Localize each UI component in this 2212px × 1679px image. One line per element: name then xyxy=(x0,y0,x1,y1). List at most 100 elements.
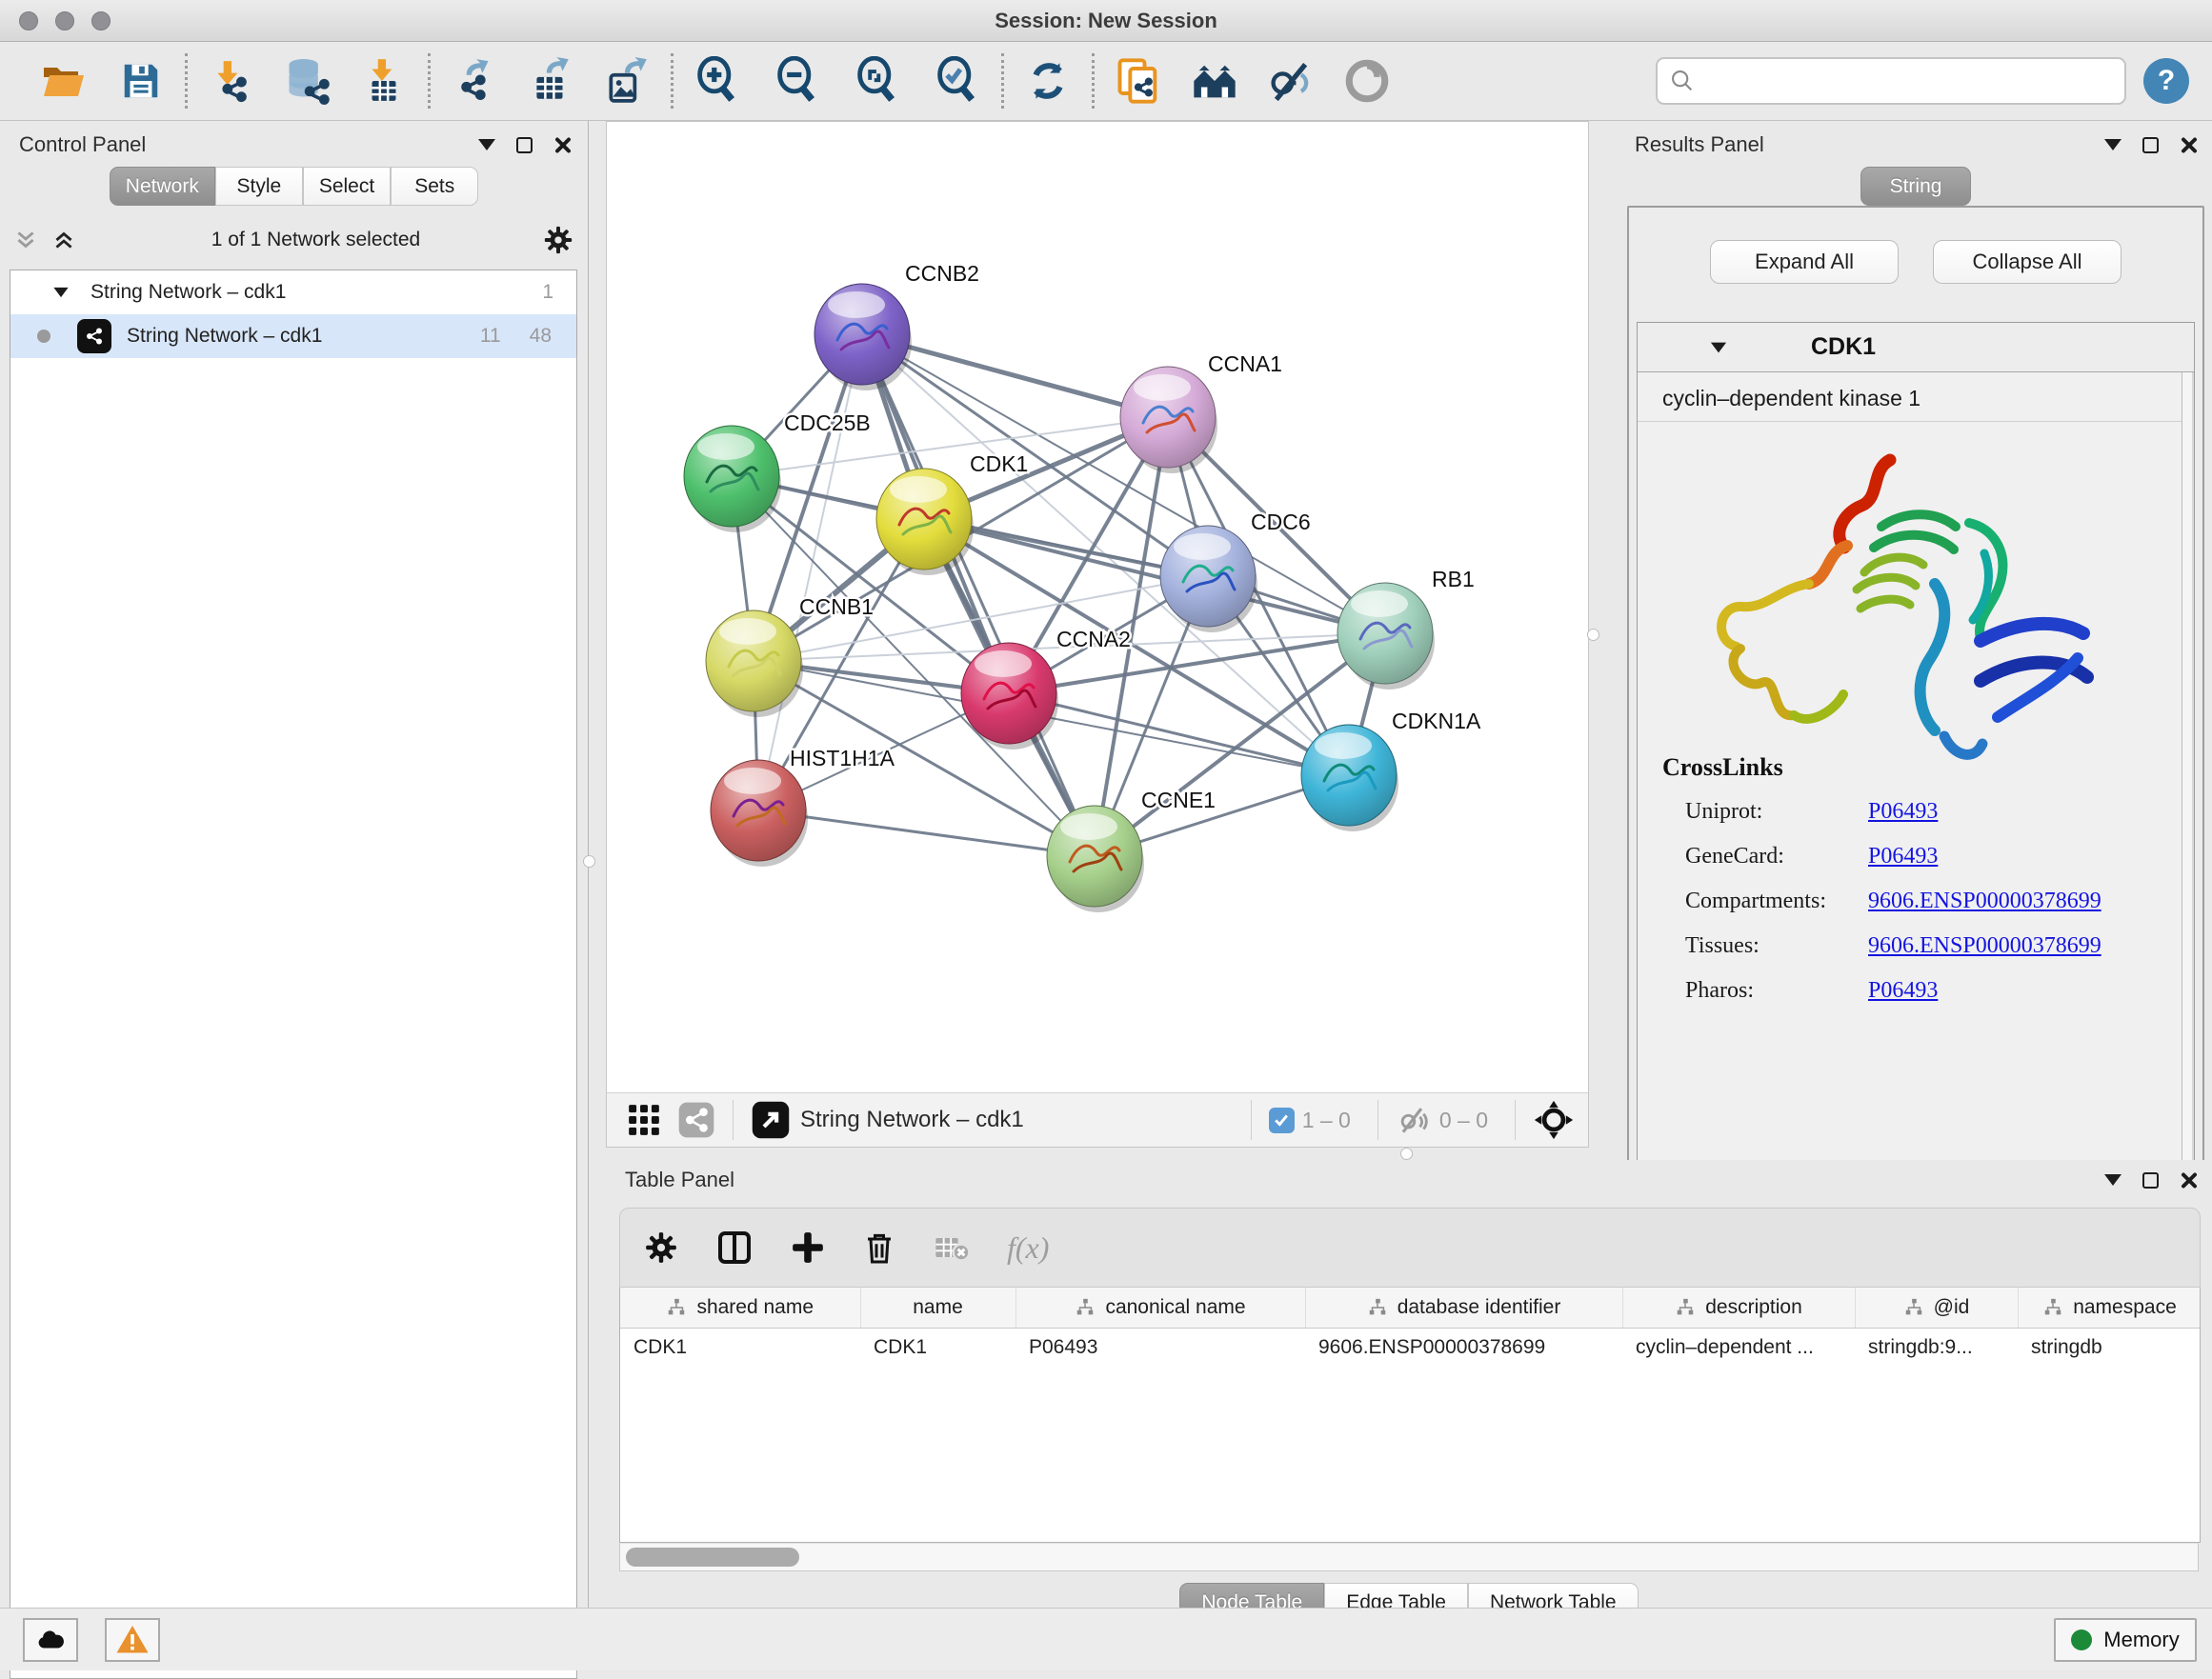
cloud-status-button[interactable] xyxy=(23,1618,78,1662)
splitter-handle[interactable] xyxy=(583,855,595,868)
tab-sets[interactable]: Sets xyxy=(391,167,478,206)
cell-description[interactable]: cyclin–dependent ... xyxy=(1622,1328,1855,1368)
panel-close-icon[interactable] xyxy=(2180,136,2197,153)
panel-menu-icon[interactable] xyxy=(478,139,495,150)
node-label-CDC25B: CDC25B xyxy=(784,410,871,435)
network-options-gear-icon[interactable] xyxy=(542,224,574,256)
open-session-icon[interactable] xyxy=(38,56,88,106)
help-button[interactable]: ? xyxy=(2143,58,2189,104)
crosslink-link[interactable]: 9606.ENSP00000378699 xyxy=(1868,889,2101,914)
col-database-identifier[interactable]: database identifier xyxy=(1305,1288,1622,1328)
homology-icon[interactable] xyxy=(1190,56,1239,106)
network-node-HIST1H1A[interactable] xyxy=(711,760,808,867)
network-canvas[interactable]: CCNB2CCNA1CDC25BCDK1CDC6RB1CCNB1CCNA2CDK… xyxy=(607,122,1588,1092)
col-name[interactable]: name xyxy=(860,1288,1016,1328)
cell-name[interactable]: CDK1 xyxy=(860,1328,1016,1368)
col-description[interactable]: description xyxy=(1622,1288,1855,1328)
import-table-file-icon[interactable] xyxy=(359,56,409,106)
network-node-CDKN1A[interactable] xyxy=(1301,725,1398,831)
tab-select[interactable]: Select xyxy=(303,167,391,206)
gene-card-header[interactable]: CDK1 xyxy=(1638,323,2194,372)
save-session-icon[interactable] xyxy=(116,56,166,106)
search-input[interactable] xyxy=(1705,69,2113,93)
export-image-icon[interactable] xyxy=(602,56,652,106)
zoom-fit-icon[interactable] xyxy=(853,56,902,106)
share-network-icon[interactable] xyxy=(677,1101,715,1139)
show-all-eye-icon[interactable] xyxy=(1342,56,1392,106)
add-column-plus-icon[interactable] xyxy=(790,1229,826,1266)
panel-float-icon[interactable] xyxy=(2142,137,2159,153)
tab-style[interactable]: Style xyxy=(215,167,303,206)
export-network-icon[interactable] xyxy=(450,56,499,106)
panel-close-icon[interactable] xyxy=(2180,1171,2197,1189)
table-options-gear-icon[interactable] xyxy=(643,1229,679,1266)
results-scrollbar[interactable] xyxy=(2182,372,2194,1231)
splitter-handle[interactable] xyxy=(1587,629,1599,641)
network-node-CDK1[interactable] xyxy=(876,469,974,575)
col-namespace[interactable]: namespace xyxy=(2018,1288,2201,1328)
col-shared-name[interactable]: shared name xyxy=(620,1288,860,1328)
node-label-CDC6: CDC6 xyxy=(1251,510,1311,534)
splitter-handle[interactable] xyxy=(1400,1148,1413,1160)
export-table-icon[interactable] xyxy=(526,56,575,106)
panel-float-icon[interactable] xyxy=(516,137,533,153)
network-node-CCNA2[interactable] xyxy=(961,643,1058,750)
crosslink-link[interactable]: P06493 xyxy=(1868,978,1938,1004)
table-header-row[interactable]: shared name name canonical name database… xyxy=(620,1288,2201,1328)
show-columns-icon[interactable] xyxy=(715,1229,754,1267)
refresh-icon[interactable] xyxy=(1023,56,1073,106)
tree-expander-icon[interactable] xyxy=(53,288,68,297)
table-row[interactable]: CDK1 CDK1 P06493 9606.ENSP00000378699 cy… xyxy=(620,1328,2201,1368)
network-node-CCNB1[interactable] xyxy=(706,610,803,717)
gene-detail-card: CDK1 cyclin–dependent kinase 1 xyxy=(1637,322,2195,1232)
expand-all-button[interactable]: Expand All xyxy=(1710,240,1899,284)
panel-float-icon[interactable] xyxy=(2142,1172,2159,1189)
tab-string[interactable]: String xyxy=(1860,167,1971,206)
cell-shared-name[interactable]: CDK1 xyxy=(620,1328,860,1368)
selected-checkbox-icon[interactable] xyxy=(1269,1108,1295,1133)
network-node-CCNE1[interactable] xyxy=(1047,806,1144,912)
tab-network[interactable]: Network xyxy=(110,167,215,206)
crosslink-link[interactable]: 9606.ENSP00000378699 xyxy=(1868,933,2101,959)
expand-all-chevron-icon[interactable] xyxy=(51,228,76,252)
import-network-database-icon[interactable] xyxy=(283,56,332,106)
col-canonical-name[interactable]: canonical name xyxy=(1016,1288,1305,1328)
collapse-all-chevron-icon[interactable] xyxy=(13,228,38,252)
network-node-CCNA1[interactable] xyxy=(1120,367,1217,473)
collapse-all-button[interactable]: Collapse All xyxy=(1933,240,2122,284)
cell-namespace[interactable]: stringdb xyxy=(2018,1328,2201,1368)
network-column-icon xyxy=(1903,1297,1924,1318)
crosslink-link[interactable]: P06493 xyxy=(1868,844,1938,869)
zoom-out-icon[interactable] xyxy=(773,56,822,106)
string-protein-query-icon[interactable] xyxy=(1114,56,1163,106)
zoom-selected-icon[interactable] xyxy=(933,56,982,106)
fit-selected-crosshair-icon[interactable] xyxy=(1533,1099,1575,1141)
table-panel-title: Table Panel xyxy=(625,1168,734,1192)
panel-menu-icon[interactable] xyxy=(2104,1174,2122,1186)
network-node-RB1[interactable] xyxy=(1337,583,1435,690)
delete-column-trash-icon[interactable] xyxy=(862,1230,896,1265)
table-horizontal-scrollbar[interactable] xyxy=(619,1543,2199,1571)
open-in-window-icon[interactable] xyxy=(751,1100,791,1140)
col-id[interactable]: @id xyxy=(1855,1288,2018,1328)
cell-database-identifier[interactable]: 9606.ENSP00000378699 xyxy=(1305,1328,1622,1368)
zoom-in-icon[interactable] xyxy=(693,56,742,106)
birdseye-grid-icon[interactable] xyxy=(626,1102,662,1138)
network-row-selected[interactable]: String Network – cdk1 11 48 xyxy=(10,314,576,358)
panel-close-icon[interactable] xyxy=(553,136,571,153)
network-node-CCNB2[interactable] xyxy=(814,284,912,390)
hide-selected-glasses-icon[interactable] xyxy=(1266,56,1316,106)
cell-id[interactable]: stringdb:9... xyxy=(1855,1328,2018,1368)
panel-menu-icon[interactable] xyxy=(2104,139,2122,150)
memory-button[interactable]: Memory xyxy=(2054,1618,2197,1662)
import-network-file-icon[interactable] xyxy=(207,56,256,106)
gene-collapse-icon[interactable] xyxy=(1711,342,1726,352)
network-collection-row[interactable]: String Network – cdk1 1 xyxy=(10,270,576,314)
node-table[interactable]: shared name name canonical name database… xyxy=(619,1288,2201,1543)
scrollbar-thumb[interactable] xyxy=(626,1548,799,1567)
network-node-CDC25B[interactable] xyxy=(684,426,781,532)
cell-canonical-name[interactable]: P06493 xyxy=(1016,1328,1305,1368)
crosslink-link[interactable]: P06493 xyxy=(1868,799,1938,825)
warnings-button[interactable] xyxy=(105,1618,160,1662)
selected-counts: 1 – 0 xyxy=(1302,1108,1351,1133)
